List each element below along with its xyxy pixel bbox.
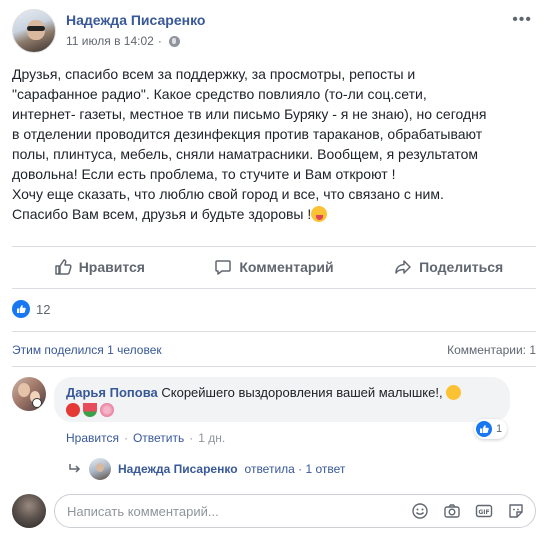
separator-dot: · xyxy=(123,431,128,445)
gif-icon[interactable]: GIF xyxy=(475,502,493,520)
more-options-icon[interactable]: ••• xyxy=(512,11,532,29)
camera-icon[interactable] xyxy=(443,502,461,520)
like-reaction-icon xyxy=(476,421,492,437)
reply-info[interactable]: ответила · 1 ответ xyxy=(245,462,346,476)
post-date[interactable]: 11 июля в 14:02 xyxy=(66,34,154,48)
comment-like-count[interactable]: 1 xyxy=(474,419,508,439)
stats-row: Этим поделился 1 человек Комментарии: 1 xyxy=(12,343,536,357)
comment-reply-link[interactable]: Ответить xyxy=(133,431,184,445)
like-button[interactable]: Нравится xyxy=(12,252,187,282)
post-meta: 11 июля в 14:02 · xyxy=(66,34,180,48)
comment-icon xyxy=(215,260,232,275)
globe-icon[interactable] xyxy=(168,35,180,47)
post-line: в отделении проводится дезинфекция проти… xyxy=(12,126,483,142)
divider xyxy=(12,288,536,289)
post-line: Друзья, спасибо всем за поддержку, за пр… xyxy=(12,66,416,82)
post-line: Хочу еще сказать, что люблю свой город и… xyxy=(12,186,444,202)
post-line-last: Спасибо Вам всем, друзья и будьте здоров… xyxy=(12,204,536,224)
shared-by-link[interactable]: Этим поделился 1 человек xyxy=(12,343,162,357)
like-reaction-icon xyxy=(12,300,30,318)
comment-text: Скорейшего выздоровления вашей малышке!, xyxy=(161,385,443,400)
like-label: Нравится xyxy=(78,259,145,275)
svg-text:GIF: GIF xyxy=(478,509,489,516)
post-text: Друзья, спасибо всем за поддержку, за пр… xyxy=(12,64,536,224)
smile-emoji-icon xyxy=(446,385,462,400)
comment-label: Комментарий xyxy=(239,259,334,275)
reply-author[interactable]: Надежда Писаренко xyxy=(118,462,238,476)
reactions-summary[interactable]: 12 xyxy=(12,300,50,318)
strawberry-emoji-icon xyxy=(66,403,80,417)
reaction-count[interactable]: 12 xyxy=(36,302,50,317)
share-label: Поделиться xyxy=(419,259,504,275)
comment-actions: Нравится · Ответить · 1 дн. xyxy=(66,431,225,445)
comment-bubble: Дарья Попова Скорейшего выздоровления ва… xyxy=(54,377,510,422)
post-line-text: Спасибо Вам всем, друзья и будьте здоров… xyxy=(12,206,312,222)
divider xyxy=(12,366,536,367)
reply-arrow-icon xyxy=(69,464,81,473)
meta-separator: · xyxy=(157,34,162,48)
comment-like-link[interactable]: Нравится xyxy=(66,431,119,445)
post-line: интернет- газеты, местное тв или письмо … xyxy=(12,106,487,122)
sticker-icon[interactable] xyxy=(507,502,525,520)
current-user-avatar xyxy=(12,494,46,528)
comment-like-number: 1 xyxy=(496,423,503,435)
post-line: довольна! Если есть проблема, то стучите… xyxy=(12,166,396,182)
comment-author[interactable]: Дарья Попова xyxy=(66,385,158,400)
author-avatar[interactable] xyxy=(12,9,56,53)
share-icon xyxy=(395,260,411,274)
comments-count-link[interactable]: Комментарии: 1 xyxy=(447,343,536,357)
post-line: полы, плинтуса, мебель, сняли наматрасни… xyxy=(12,146,479,162)
share-button[interactable]: Поделиться xyxy=(361,252,536,282)
smile-icon[interactable] xyxy=(411,502,429,520)
author-name[interactable]: Надежда Писаренко xyxy=(66,12,205,28)
divider xyxy=(12,246,536,247)
commenter-avatar[interactable] xyxy=(12,377,46,411)
action-bar: Нравится Комментарий Поделиться xyxy=(12,252,536,282)
tongue-emoji-icon xyxy=(311,206,328,222)
post-header: Надежда Писаренко 11 июля в 14:02 · ••• xyxy=(12,9,536,55)
bouquet-emoji-icon xyxy=(100,403,114,417)
comment-composer[interactable]: GIF xyxy=(54,494,536,528)
reply-avatar xyxy=(89,458,111,480)
reply-summary[interactable]: Надежда Писаренко ответила · 1 ответ xyxy=(68,458,345,480)
comment-time[interactable]: 1 дн. xyxy=(198,431,225,445)
composer-icons: GIF xyxy=(411,502,525,520)
comment-input[interactable] xyxy=(67,503,407,519)
watermelon-emoji-icon xyxy=(83,403,97,417)
post-line: "сарафанное радио". Какое средство повли… xyxy=(12,86,427,102)
comment-button[interactable]: Комментарий xyxy=(187,252,362,282)
separator-dot: · xyxy=(189,431,194,445)
thumbs-up-icon xyxy=(54,259,72,275)
divider xyxy=(12,331,536,332)
